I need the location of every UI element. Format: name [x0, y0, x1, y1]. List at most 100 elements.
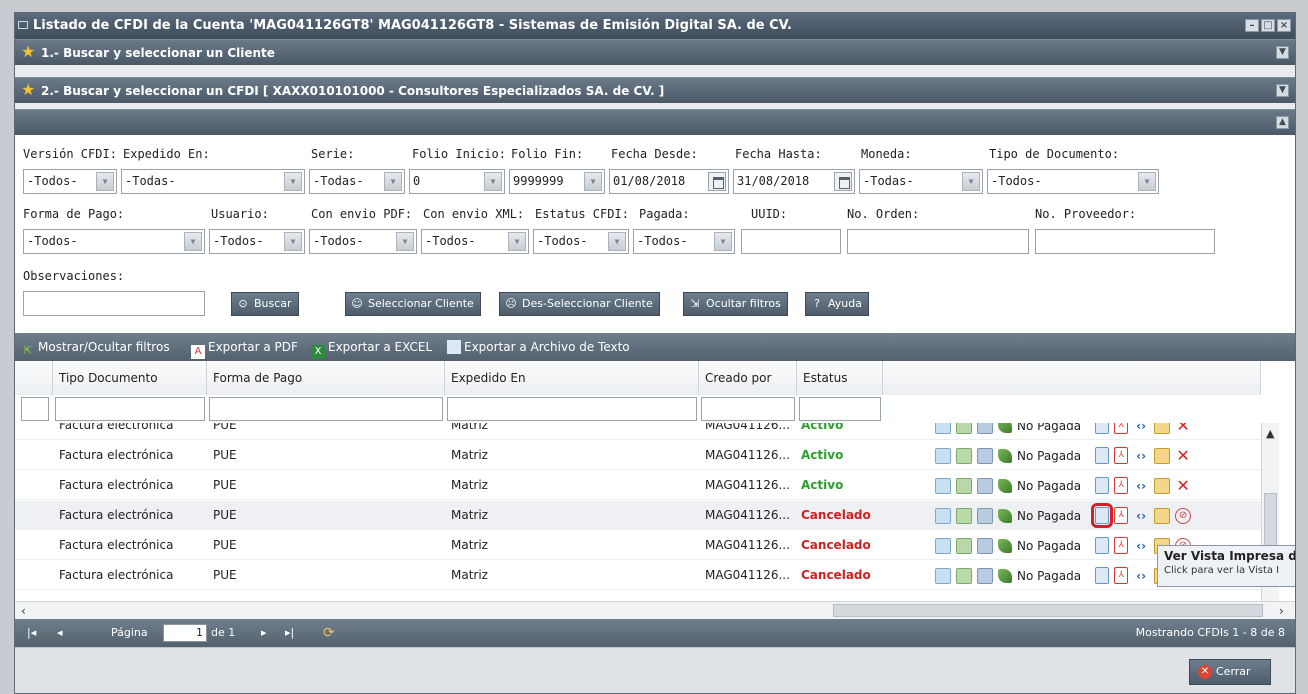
payment-icon[interactable]: [998, 423, 1012, 433]
calendar-icon[interactable]: [834, 172, 852, 191]
expand-icon[interactable]: ▲: [1276, 116, 1289, 129]
pdf-icon[interactable]: ⅄: [1114, 423, 1129, 434]
filter-estatus[interactable]: [799, 397, 881, 421]
filter-check[interactable]: [21, 397, 49, 421]
cerrar-button[interactable]: ✕ Cerrar: [1189, 659, 1271, 685]
calendar-icon[interactable]: [708, 172, 726, 191]
delete-icon[interactable]: ✕: [1175, 477, 1191, 494]
filter-forma-pago[interactable]: [209, 397, 443, 421]
edit-icon[interactable]: [1154, 507, 1171, 524]
filters-panel-header[interactable]: ▲: [15, 109, 1295, 135]
mostrar-ocultar-filtros-link[interactable]: ⇱ Mostrar/Ocultar filtros: [21, 333, 170, 361]
uuid-input[interactable]: [741, 229, 841, 254]
send-email-icon[interactable]: [935, 507, 951, 524]
estatus-cfdi-select[interactable]: -Todos- ▼: [533, 229, 629, 254]
ayuda-button[interactable]: ? Ayuda: [805, 292, 869, 316]
envio-pdf-select[interactable]: -Todos- ▼: [309, 229, 417, 254]
xml-icon[interactable]: ‹›: [1133, 538, 1149, 554]
pdf-icon[interactable]: ⅄: [1114, 567, 1129, 584]
print-view-icon[interactable]: [1095, 447, 1110, 464]
chevron-down-icon[interactable]: ▼: [584, 172, 602, 191]
scroll-up-icon[interactable]: ▲: [1266, 427, 1274, 440]
chevron-down-icon[interactable]: ▼: [384, 172, 402, 191]
print-view-icon[interactable]: [1095, 567, 1110, 584]
folio-fin-field[interactable]: 9999999 ▼: [509, 169, 605, 194]
col-tipo-documento[interactable]: Tipo Documento: [53, 361, 207, 395]
minimize-button[interactable]: –: [1245, 19, 1259, 32]
fecha-desde-field[interactable]: 01/08/2018: [609, 169, 729, 194]
edit-icon[interactable]: [1154, 477, 1171, 494]
maximize-button[interactable]: □: [1261, 19, 1275, 32]
print-view-icon[interactable]: [1091, 503, 1114, 528]
payment-icon[interactable]: [998, 538, 1012, 553]
send-xml-email-icon[interactable]: [956, 567, 972, 584]
xml-icon[interactable]: ‹›: [1133, 423, 1149, 434]
chevron-down-icon[interactable]: ▼: [396, 232, 414, 251]
forma-pago-select[interactable]: -Todos- ▼: [23, 229, 205, 254]
filter-creado-por[interactable]: [701, 397, 795, 421]
send-xml-email-icon[interactable]: [956, 477, 972, 494]
send-email-icon[interactable]: [935, 567, 951, 584]
edit-icon[interactable]: [1154, 423, 1171, 434]
folio-inicio-field[interactable]: 0 ▼: [409, 169, 505, 194]
scroll-left-icon[interactable]: ‹: [21, 602, 26, 620]
print-view-icon[interactable]: [1095, 537, 1110, 554]
payment-icon[interactable]: [998, 568, 1012, 583]
print-view-icon[interactable]: [1095, 423, 1110, 434]
chevron-down-icon[interactable]: ▼: [714, 232, 732, 251]
exportar-pdf-link[interactable]: A Exportar a PDF: [191, 333, 298, 361]
pagada-select[interactable]: -Todos- ▼: [633, 229, 735, 254]
edit-icon[interactable]: [1154, 447, 1171, 464]
table-row[interactable]: Factura electrónica PUE Matriz MAG041126...…: [15, 423, 1261, 440]
pdf-icon[interactable]: ⅄: [1114, 477, 1129, 494]
observaciones-input[interactable]: [23, 291, 205, 316]
ocultar-filtros-button[interactable]: ⇲ Ocultar filtros: [683, 292, 788, 316]
buscar-button[interactable]: ⊙ Buscar: [231, 292, 299, 316]
moneda-select[interactable]: -Todas- ▼: [859, 169, 983, 194]
no-orden-input[interactable]: [847, 229, 1029, 254]
pdf-icon[interactable]: ⅄: [1114, 507, 1129, 524]
xml-icon[interactable]: ‹›: [1133, 568, 1149, 584]
send-email-icon[interactable]: [935, 447, 951, 464]
exportar-excel-link[interactable]: X Exportar a EXCEL: [311, 333, 432, 361]
last-page-icon[interactable]: ▸|: [285, 619, 294, 647]
print-view-icon[interactable]: [1095, 477, 1110, 494]
horizontal-scroll-thumb[interactable]: [833, 604, 1263, 617]
xml-icon[interactable]: ‹›: [1133, 448, 1149, 464]
chevron-down-icon[interactable]: ▼: [962, 172, 980, 191]
serie-select[interactable]: -Todas- ▼: [309, 169, 405, 194]
chevron-down-icon[interactable]: ▼: [508, 232, 526, 251]
des-seleccionar-cliente-button[interactable]: ☹ Des-Seleccionar Cliente: [499, 292, 660, 316]
send-pdf-email-icon[interactable]: [977, 507, 993, 524]
horizontal-scrollbar[interactable]: ‹ ›: [15, 601, 1295, 619]
collapse-icon[interactable]: ▼: [1276, 84, 1289, 97]
pdf-icon[interactable]: ⅄: [1114, 447, 1129, 464]
send-xml-email-icon[interactable]: [956, 537, 972, 554]
tipo-documento-select[interactable]: -Todos- ▼: [987, 169, 1159, 194]
section-buscar-cfdi[interactable]: ★ 2.- Buscar y seleccionar un CFDI [ XAX…: [15, 77, 1295, 103]
next-page-icon[interactable]: ▸: [261, 619, 267, 647]
table-row[interactable]: Factura electrónica PUE Matriz MAG041126...…: [15, 531, 1261, 560]
filter-tipo-documento[interactable]: [55, 397, 205, 421]
delete-icon[interactable]: ✕: [1175, 423, 1191, 434]
seleccionar-cliente-button[interactable]: ☺ Seleccionar Cliente: [345, 292, 481, 316]
table-row[interactable]: Factura electrónica PUE Matriz MAG041126...…: [15, 501, 1261, 530]
send-xml-email-icon[interactable]: [956, 447, 972, 464]
refresh-icon[interactable]: ⟳: [323, 619, 335, 647]
envio-xml-select[interactable]: -Todos- ▼: [421, 229, 529, 254]
no-proveedor-input[interactable]: [1035, 229, 1215, 254]
col-creado-por[interactable]: Creado por: [699, 361, 797, 395]
collapse-icon[interactable]: ▼: [1276, 46, 1289, 59]
send-pdf-email-icon[interactable]: [977, 477, 993, 494]
section-buscar-cliente[interactable]: ★ 1.- Buscar y seleccionar un Cliente ▼: [15, 39, 1295, 65]
prev-page-icon[interactable]: ◂: [57, 619, 63, 647]
fecha-hasta-field[interactable]: 31/08/2018: [733, 169, 855, 194]
xml-icon[interactable]: ‹›: [1133, 508, 1149, 524]
payment-icon[interactable]: [998, 508, 1012, 523]
version-cfdi-select[interactable]: -Todos- ▼: [23, 169, 117, 194]
first-page-icon[interactable]: |◂: [27, 619, 36, 647]
send-pdf-email-icon[interactable]: [977, 447, 993, 464]
table-row[interactable]: Factura electrónica PUE Matriz MAG041126...…: [15, 441, 1261, 470]
chevron-down-icon[interactable]: ▼: [484, 172, 502, 191]
send-email-icon[interactable]: [935, 423, 951, 434]
